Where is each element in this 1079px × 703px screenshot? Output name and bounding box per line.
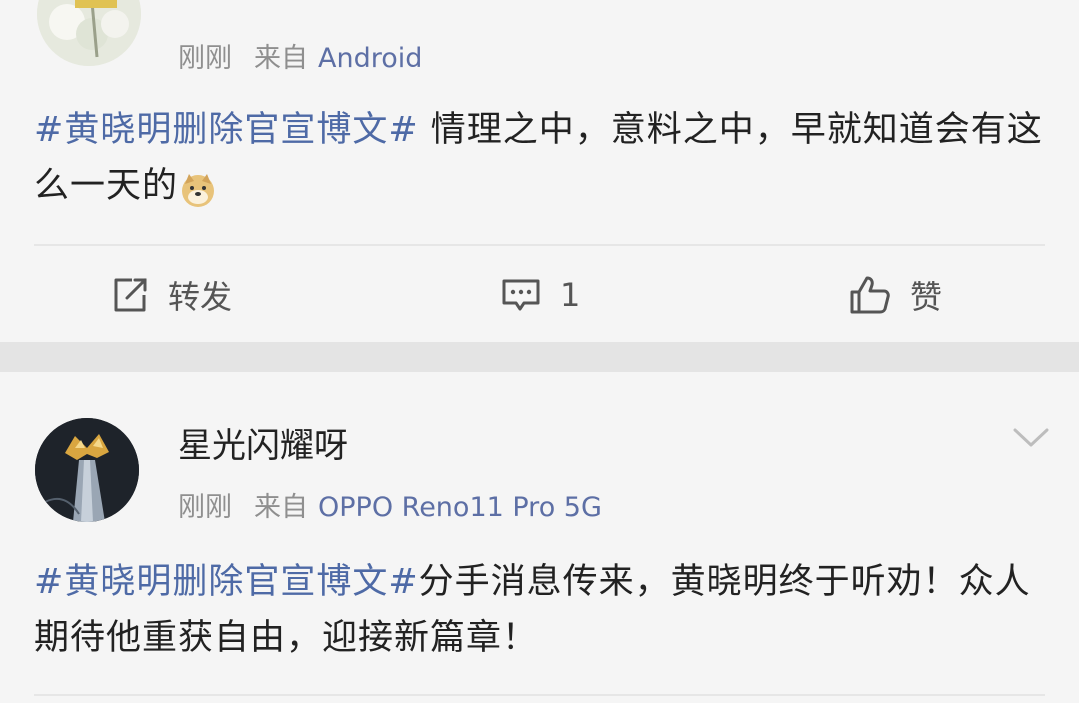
chevron-down-icon[interactable] [1011,424,1051,452]
device-name[interactable]: OPPO Reno11 Pro 5G [318,492,602,523]
source-label: 来自 [254,43,308,74]
like-label: 赞 [910,278,943,316]
post-card: 刚刚 来自 Android #黄晓明删除官宣博文# 情理之中，意料之中，早就知道会有… [0,0,1079,342]
hashtag-link[interactable]: #黄晓明删除官宣博文# [34,562,419,602]
post-meta: 刚刚 来自 Android [178,36,422,75]
comment-icon [502,279,540,311]
comment-button[interactable]: 1 [500,264,580,326]
divider [34,244,1045,246]
action-bar: 转发 1 赞 [0,264,1079,326]
comment-count: 1 [560,276,581,314]
avatar[interactable] [37,0,141,66]
thumbs-up-icon [850,276,890,314]
username[interactable]: 星光闪耀呀 [178,418,348,467]
divider [34,694,1045,696]
post-time: 刚刚 [178,492,232,523]
source-label: 来自 [254,492,308,523]
repost-button[interactable]: 转发 [110,264,232,326]
post-meta: 刚刚 来自 OPPO Reno11 Pro 5G [178,485,602,524]
share-icon [114,278,147,312]
post-content[interactable]: #黄晓明删除官宣博文# 情理之中，意料之中，早就知道会有这么一天的 [34,102,1044,214]
post-content[interactable]: #黄晓明删除官宣博文#分手消息传来，黄晓明终于听劝！众人期待他重获自由，迎接新篇… [34,554,1044,666]
post-card: 星光闪耀呀 刚刚 来自 OPPO Reno11 Pro 5G #黄晓明删除官宣博文#… [0,372,1079,703]
post-time: 刚刚 [178,43,232,74]
doge-emoji-icon [180,169,216,207]
device-name[interactable]: Android [318,43,422,74]
hashtag-link[interactable]: #黄晓明删除官宣博文# [34,110,419,150]
like-button[interactable]: 赞 [848,264,942,326]
repost-label: 转发 [168,278,233,316]
feed-separator [0,342,1079,372]
avatar[interactable] [35,418,139,522]
